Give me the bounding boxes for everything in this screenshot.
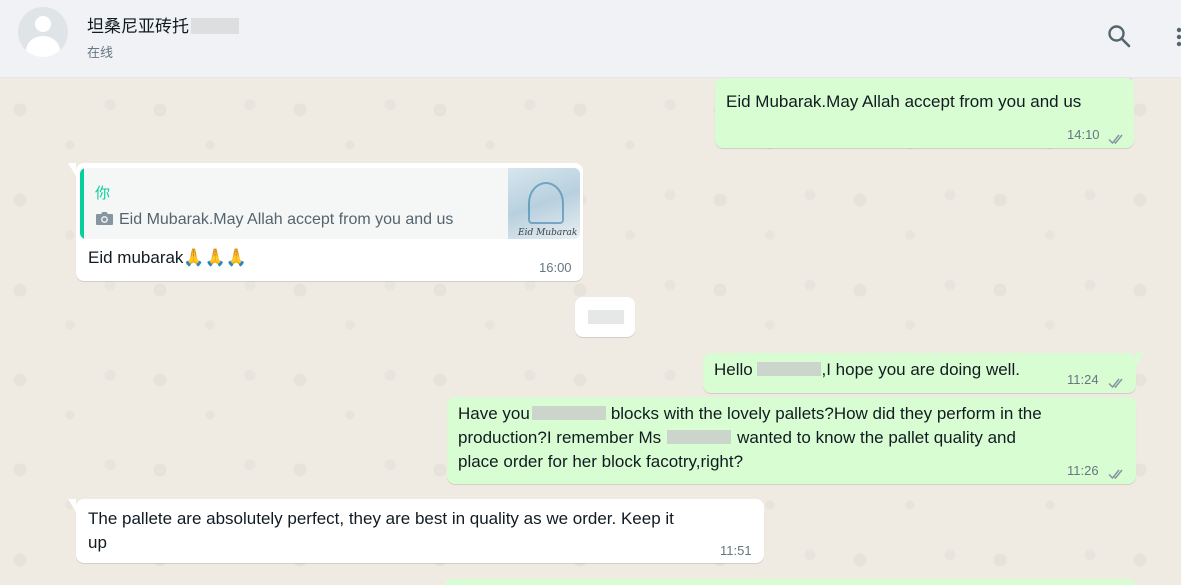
message-text-part: wanted to know the pallet quality and xyxy=(737,428,1016,447)
message-time: 11:26 xyxy=(1067,463,1099,478)
redacted-block xyxy=(757,362,822,376)
message-time: 14:10 xyxy=(1067,127,1100,142)
quote-accent-bar xyxy=(80,168,84,239)
double-check-icon xyxy=(1108,463,1126,480)
contact-name-text: 坦桑尼亚砖托 xyxy=(87,17,189,37)
quote-text: Eid Mubarak.May Allah accept from you an… xyxy=(119,211,454,228)
message-outgoing[interactable]: Have you blocks with the lovely pallets?H… xyxy=(447,397,1136,484)
message-text: Have you blocks with the lovely pallets?H… xyxy=(458,402,1042,474)
redacted-block xyxy=(191,18,239,34)
kebab-menu-icon[interactable] xyxy=(1170,24,1181,50)
message-incoming[interactable]: The pallete are absolutely perfect, they… xyxy=(68,499,764,563)
contact-name[interactable]: 坦桑尼亚砖托 xyxy=(87,12,239,37)
message-line: The pallete are absolutely perfect, they… xyxy=(88,509,674,528)
message-line: place order for her block facotry,right? xyxy=(458,452,744,471)
bubble-tail xyxy=(68,499,76,512)
quote-image-thumbnail: Eid Mubarak xyxy=(508,168,580,239)
message-text-part: Hello xyxy=(714,360,753,379)
message-text: Eid Mubarak.May Allah accept from you an… xyxy=(726,92,1082,111)
avatar-head-shape xyxy=(35,16,51,32)
contact-status: 在线 xyxy=(87,46,114,61)
bubble-tail xyxy=(68,163,76,176)
redacted-block xyxy=(667,430,732,444)
message-time: 11:51 xyxy=(720,543,752,558)
double-check-icon xyxy=(1108,372,1126,389)
redacted-block xyxy=(531,406,606,420)
message-text: The pallete are absolutely perfect, they… xyxy=(88,507,674,555)
message-time: 16:00 xyxy=(539,260,572,275)
mosque-dome-shape xyxy=(528,182,564,224)
message-text-part: Have you xyxy=(458,404,530,423)
message-line: up xyxy=(88,533,107,552)
message-line: Have you blocks with the lovely pallets?H… xyxy=(458,402,1042,426)
camera-icon xyxy=(95,209,114,225)
chat-header: 坦桑尼亚砖托 在线 xyxy=(0,0,1181,78)
avatar-body-shape xyxy=(26,36,60,57)
message-text-part: blocks with the lovely pallets?How did t… xyxy=(610,404,1042,423)
message-incoming[interactable]: 你 Eid Mubarak.May Allah accept from you … xyxy=(68,163,583,281)
message-outgoing[interactable]: Hello ,I hope you are doing well. 11:24 xyxy=(703,353,1144,393)
message-text-part: ,I hope you are doing well. xyxy=(821,360,1020,379)
quoted-message[interactable]: 你 Eid Mubarak.May Allah accept from you … xyxy=(80,168,580,239)
message-line: production?I remember Ms wanted to know t… xyxy=(458,426,1042,450)
message-text: Hello ,I hope you are doing well. xyxy=(714,358,1020,382)
bubble-tail xyxy=(1136,353,1144,366)
message-outgoing[interactable]: Eid Mubarak.May Allah accept from you an… xyxy=(715,78,1134,148)
partial-next-message xyxy=(445,579,1135,585)
thumbnail-caption: Eid Mubarak xyxy=(518,228,578,238)
search-icon[interactable] xyxy=(1106,23,1132,49)
redacted-block xyxy=(588,310,624,324)
contact-avatar[interactable] xyxy=(18,7,68,57)
message-text: Eid mubarak🙏🙏🙏 xyxy=(88,248,247,267)
double-check-icon xyxy=(1108,128,1126,145)
quote-author: 你 xyxy=(95,184,111,202)
message-text-part: production?I remember Ms xyxy=(458,428,662,447)
date-separator-chip xyxy=(575,297,635,337)
message-time: 11:24 xyxy=(1067,372,1099,387)
